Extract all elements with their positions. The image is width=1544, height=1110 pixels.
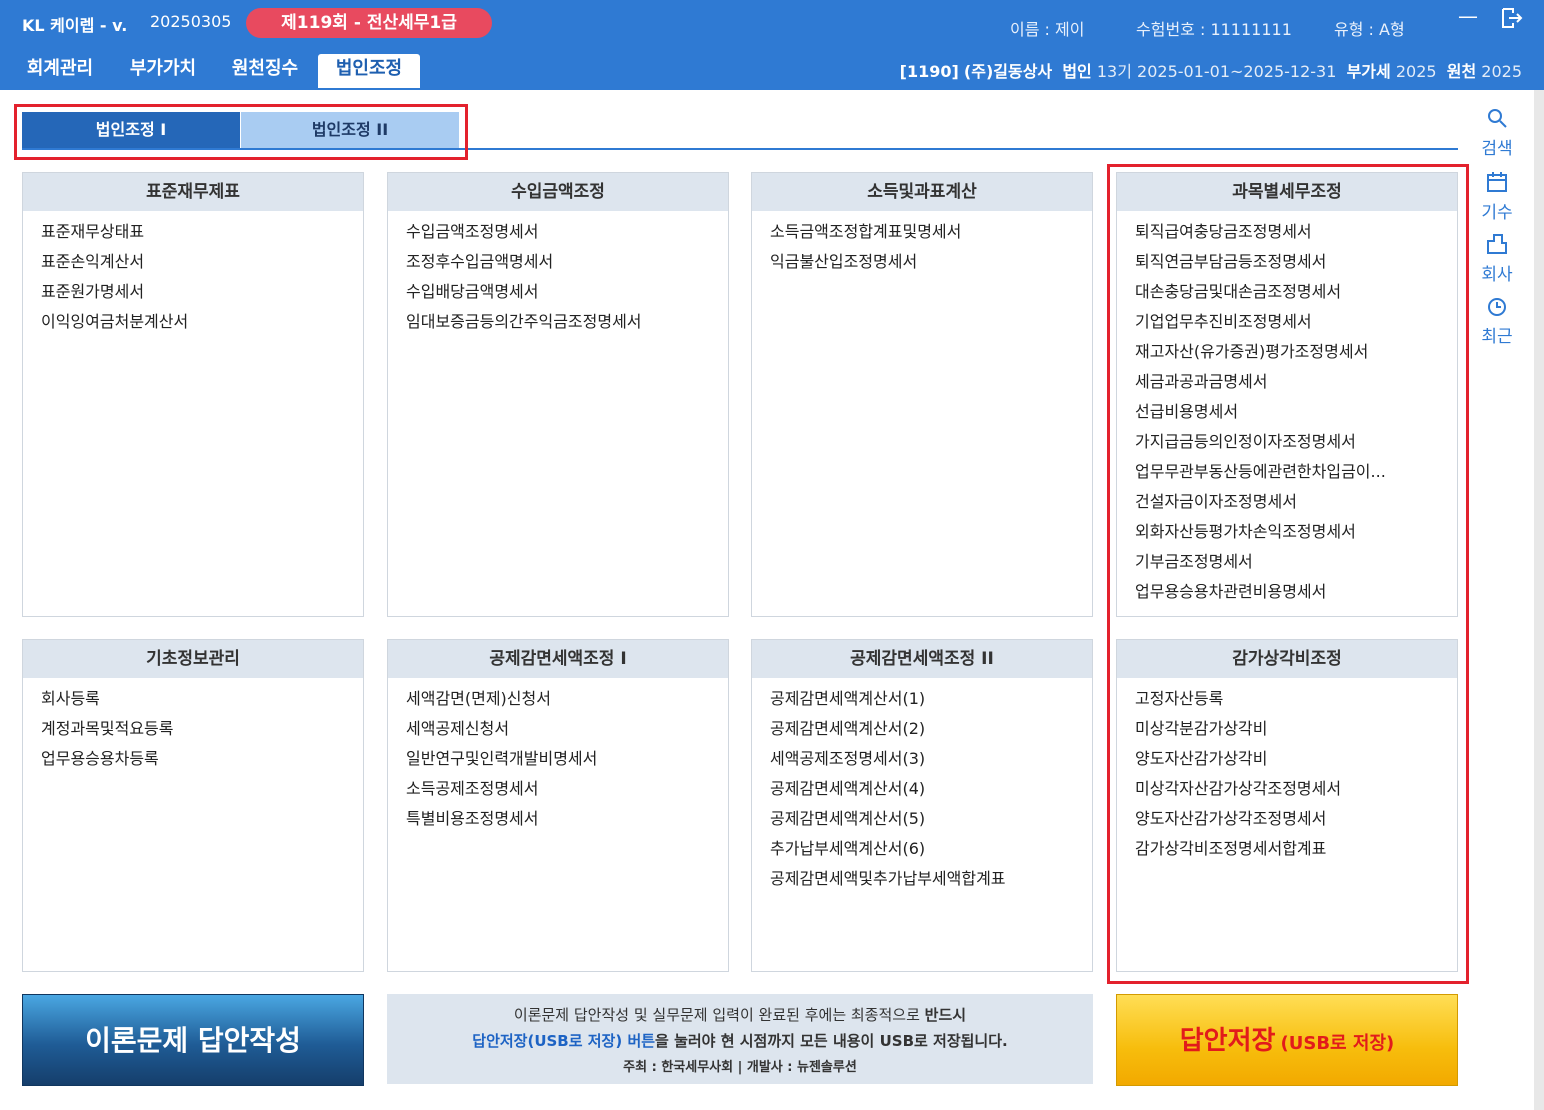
menu-item[interactable]: 공제감면세액계산서(4)	[770, 774, 1092, 804]
notice-emphasis: 반드시	[924, 1006, 967, 1024]
menu-item[interactable]: 표준손익계산서	[41, 247, 363, 277]
menu-item[interactable]: 계정과목및적요등록	[41, 714, 363, 744]
sidebar-company-label: 회사	[1481, 265, 1513, 285]
menu-item[interactable]: 공제감면세액계산서(2)	[770, 714, 1092, 744]
company-name: (주)길동상사	[963, 62, 1053, 81]
menu-item[interactable]: 임대보증금등의간주익금조정명세서	[406, 307, 728, 337]
panel-title: 소득및과표계산	[752, 173, 1092, 211]
withholding-year: 2025	[1481, 62, 1522, 81]
exam-type: 유형 : A형	[1334, 20, 1405, 39]
panel-tax-credit-2: 공제감면세액조정 II 공제감면세액계산서(1) 공제감면세액계산서(2) 세액…	[751, 639, 1093, 972]
menu-item[interactable]: 세액감면(면제)신청서	[406, 684, 728, 714]
menu-item[interactable]: 회사등록	[41, 684, 363, 714]
search-icon	[1476, 106, 1518, 134]
minimize-icon[interactable]: —	[1458, 4, 1478, 28]
menu-item[interactable]: 소득금액조정합계표및명세서	[770, 217, 1092, 247]
panel-revenue-adjustment: 수입금액조정 수입금액조정명세서 조정후수입금액명세서 수입배당금액명세서 임대…	[387, 172, 729, 617]
menu-item[interactable]: 특별비용조정명세서	[406, 804, 728, 834]
withholding-label: 원천	[1446, 62, 1477, 81]
building-icon	[1476, 232, 1518, 260]
menu-item[interactable]: 수입배당금액명세서	[406, 277, 728, 307]
save-button-sublabel: (USB로 저장)	[1280, 1033, 1395, 1054]
menu-item[interactable]: 공제감면세액및추가납부세액합계표	[770, 864, 1092, 894]
menu-corporate-adjustment[interactable]: 법인조정	[318, 54, 420, 88]
menu-item[interactable]: 세액공제조정명세서(3)	[770, 744, 1092, 774]
vat-label: 부가세	[1346, 62, 1391, 81]
sidebar-search[interactable]: 검색	[1476, 106, 1518, 159]
calendar-icon	[1476, 170, 1518, 198]
menu-accounting[interactable]: 회계관리	[18, 54, 102, 88]
menu-item[interactable]: 수입금액조정명세서	[406, 217, 728, 247]
sidebar-recent[interactable]: 최근	[1476, 294, 1518, 347]
panel-title: 표준재무제표	[23, 173, 363, 211]
exit-icon[interactable]	[1500, 6, 1524, 35]
recent-icon	[1476, 294, 1518, 322]
scrollbar[interactable]	[1534, 90, 1544, 1110]
title-bar: KL 케이렙 - v. 20250305 제119회 - 전산세무1급 이름 :…	[0, 0, 1544, 90]
company-info: [1190] (주)길동상사 법인 13기 2025-01-01~2025-12…	[900, 58, 1522, 82]
sidebar-period-label: 기수	[1481, 203, 1513, 223]
theory-answer-button[interactable]: 이론문제 답안작성	[22, 994, 364, 1086]
panel-income-tax-base: 소득및과표계산 소득금액조정합계표및명세서 익금불산입조정명세서	[751, 172, 1093, 617]
corp-label: 법인	[1062, 62, 1092, 81]
exam-number: 수험번호 : 11111111	[1136, 20, 1292, 39]
notice-save-button-ref: 답안저장(USB로 저장) 버튼	[472, 1032, 656, 1050]
sidebar-search-label: 검색	[1481, 139, 1513, 159]
vat-year: 2025	[1395, 62, 1437, 81]
menu-item[interactable]: 익금불산입조정명세서	[770, 247, 1092, 277]
highlight-box-tabs	[14, 104, 468, 160]
panel-tax-credit-1: 공제감면세액조정 I 세액감면(면제)신청서 세액공제신청서 일반연구및인력개발…	[387, 639, 729, 972]
menu-item[interactable]: 공제감면세액계산서(1)	[770, 684, 1092, 714]
company-code: [1190]	[899, 62, 959, 81]
save-notice: 이론문제 답안작성 및 실무문제 입력이 완료된 후에는 최종적으로 반드시 답…	[387, 994, 1093, 1084]
panel-title: 수입금액조정	[388, 173, 728, 211]
fiscal-period: 13기 2025-01-01~2025-12-31	[1096, 62, 1337, 81]
menu-item[interactable]: 표준재무상태표	[41, 217, 363, 247]
save-answer-button[interactable]: 답안저장 (USB로 저장)	[1116, 994, 1458, 1086]
menu-item[interactable]: 조정후수입금액명세서	[406, 247, 728, 277]
panel-title: 공제감면세액조정 II	[752, 640, 1092, 678]
sidebar-period[interactable]: 기수	[1476, 170, 1518, 223]
sidebar-company[interactable]: 회사	[1476, 232, 1518, 285]
menu-item[interactable]: 업무용승용차등록	[41, 744, 363, 774]
menu-item[interactable]: 표준원가명세서	[41, 277, 363, 307]
menu-withholding[interactable]: 원천징수	[222, 54, 308, 88]
panel-basic-info: 기초정보관리 회사등록 계정과목및적요등록 업무용승용차등록	[22, 639, 364, 972]
highlight-box-right-column	[1107, 164, 1469, 984]
panel-standard-statements: 표준재무제표 표준재무상태표 표준손익계산서 표준원가명세서 이익잉여금처분계산…	[22, 172, 364, 617]
exam-badge: 제119회 - 전산세무1급	[246, 8, 492, 38]
credits: 주최 : 한국세무사회 | 개발사 : 뉴젠솔루션	[623, 1060, 857, 1075]
panel-title: 기초정보관리	[23, 640, 363, 678]
user-name: 이름 : 제이	[1010, 20, 1085, 39]
panel-title: 공제감면세액조정 I	[388, 640, 728, 678]
menu-item[interactable]: 소득공제조정명세서	[406, 774, 728, 804]
notice-text: 이론문제 답안작성 및 실무문제 입력이 완료된 후에는 최종적으로	[513, 1006, 920, 1024]
menu-item[interactable]: 공제감면세액계산서(5)	[770, 804, 1092, 834]
app-logo: KL 케이렙 - v.	[22, 16, 128, 35]
build-number: 20250305	[150, 12, 232, 31]
menu-item[interactable]: 세액공제신청서	[406, 714, 728, 744]
save-button-label: 답안저장	[1179, 1026, 1276, 1056]
menu-vat[interactable]: 부가가치	[118, 54, 208, 88]
menu-item[interactable]: 일반연구및인력개발비명세서	[406, 744, 728, 774]
notice-text-2: 을 눌러야 현 시점까지 모든 내용이 USB로 저장됩니다.	[655, 1032, 1008, 1050]
menu-item[interactable]: 이익잉여금처분계산서	[41, 307, 363, 337]
menu-item[interactable]: 추가납부세액계산서(6)	[770, 834, 1092, 864]
sidebar-recent-label: 최근	[1481, 327, 1513, 347]
